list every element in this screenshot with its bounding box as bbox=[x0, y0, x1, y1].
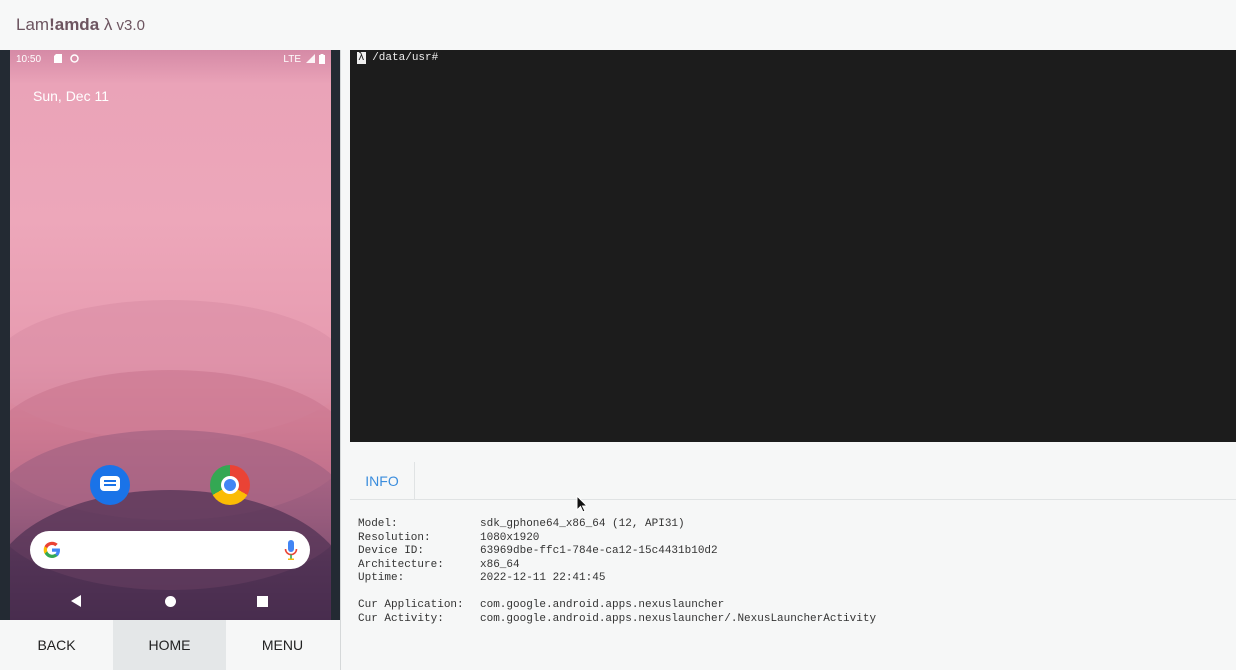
signal-icon bbox=[306, 54, 315, 66]
battery-icon bbox=[319, 54, 325, 67]
network-type: LTE bbox=[283, 54, 301, 65]
prompt-path: /data/usr# bbox=[365, 52, 439, 64]
info-model: sdk_gphone64_x86_64 (12, API31) bbox=[480, 518, 685, 530]
menu-button[interactable]: MENU bbox=[226, 620, 339, 670]
title-bar: Lam!amda λ v3.0 bbox=[0, 0, 1236, 50]
info-label: Architecture: bbox=[358, 558, 444, 571]
home-button[interactable]: HOME bbox=[113, 620, 226, 670]
chrome-app-icon[interactable] bbox=[210, 465, 250, 505]
info-row: Device ID: 63969dbe-ffc1-784e-ca12-15c443… bbox=[358, 545, 876, 559]
chrome-core bbox=[224, 479, 236, 491]
device-panel: 10:50 LTE Sun, Dec 11 BACK HOME MENU bbox=[0, 50, 341, 670]
info-row: Uptime: 2022-12-11 22:41:45 bbox=[358, 572, 876, 586]
info-row: Cur Application: com.google.android.apps.… bbox=[358, 599, 876, 613]
hardware-buttons: BACK HOME MENU bbox=[0, 620, 340, 670]
messages-app-icon[interactable] bbox=[90, 465, 130, 505]
info-label: Cur Application: bbox=[358, 599, 464, 611]
home-date[interactable]: Sun, Dec 11 bbox=[33, 88, 109, 104]
google-search-bar[interactable] bbox=[30, 531, 310, 569]
info-current-activity: com.google.android.apps.nexuslauncher/.N… bbox=[480, 612, 877, 625]
tab-info[interactable]: INFO bbox=[350, 462, 415, 500]
app-title-prefix: Lam bbox=[16, 15, 50, 34]
message-line bbox=[104, 484, 116, 486]
app-window: Lam!amda λ v3.0 10:50 LTE Sun, Dec 11 BA… bbox=[0, 0, 1236, 670]
app-title-bold: !amda bbox=[49, 15, 100, 34]
info-label: Resolution: bbox=[358, 531, 431, 544]
terminal[interactable]: λ /data/usr# bbox=[350, 50, 1236, 442]
status-time: 10:50 bbox=[16, 54, 42, 65]
info-row: Architecture: x86_64 bbox=[358, 559, 876, 573]
info-label: Model: bbox=[358, 518, 398, 530]
info-resolution: 1080x1920 bbox=[480, 531, 540, 544]
app-title-suffix: λ bbox=[99, 15, 113, 34]
info-device-id: 63969dbe-ffc1-784e-ca12-15c4431b10d2 bbox=[480, 545, 718, 557]
info-row: Resolution: 1080x1920 bbox=[358, 532, 876, 546]
back-button[interactable]: BACK bbox=[0, 620, 113, 670]
info-uptime: 2022-12-11 22:41:45 bbox=[480, 572, 606, 584]
status-bar: 10:50 LTE bbox=[10, 50, 331, 70]
data-saver-icon bbox=[70, 54, 79, 66]
info-architecture: x86_64 bbox=[480, 558, 520, 571]
phone-frame: 10:50 LTE Sun, Dec 11 bbox=[0, 50, 340, 620]
sd-card-icon bbox=[54, 54, 62, 66]
mouse-pointer-icon bbox=[576, 494, 589, 518]
nav-back-icon[interactable] bbox=[71, 595, 81, 607]
prompt-lambda: λ bbox=[357, 52, 366, 64]
info-label: Uptime: bbox=[358, 572, 405, 584]
info-label: Device ID: bbox=[358, 545, 425, 557]
info-label: Cur Activity: bbox=[358, 612, 444, 625]
device-info: Model: sdk_gphone64_x86_64 (12, API31) Re… bbox=[358, 518, 876, 626]
tab-bar: INFO bbox=[350, 462, 1236, 500]
info-row: Cur Activity: com.google.android.apps.nex… bbox=[358, 613, 876, 627]
google-logo-icon bbox=[42, 540, 62, 565]
app-title: Lam!amda λ v3.0 bbox=[16, 15, 145, 35]
nav-home-icon[interactable] bbox=[165, 596, 176, 607]
terminal-prompt: λ /data/usr# bbox=[357, 52, 438, 64]
info-current-app: com.google.android.apps.nexuslauncher bbox=[480, 599, 725, 611]
message-line bbox=[104, 480, 116, 482]
app-version: v3.0 bbox=[112, 17, 145, 34]
nav-recents-icon[interactable] bbox=[257, 596, 268, 607]
info-row: Model: sdk_gphone64_x86_64 (12, API31) bbox=[358, 518, 876, 532]
android-nav-bar bbox=[10, 585, 331, 620]
microphone-icon[interactable] bbox=[284, 540, 298, 565]
device-screen[interactable]: 10:50 LTE Sun, Dec 11 bbox=[10, 50, 331, 620]
